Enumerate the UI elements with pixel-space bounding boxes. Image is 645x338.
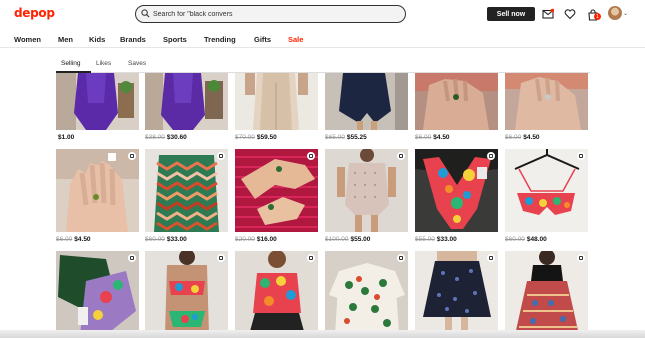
- tab-selling[interactable]: Selling: [61, 60, 81, 67]
- bag-button[interactable]: 1: [587, 8, 601, 21]
- product-image[interactable]: [325, 251, 408, 335]
- product-image[interactable]: [56, 251, 139, 335]
- nav-trending[interactable]: Trending: [204, 35, 236, 44]
- add-to-bag-icon[interactable]: [487, 152, 495, 160]
- original-price: $20.00: [235, 236, 255, 243]
- messages-icon[interactable]: [542, 8, 554, 20]
- product-image[interactable]: [145, 251, 228, 335]
- heart-icon[interactable]: [564, 8, 576, 20]
- product-image[interactable]: [415, 251, 498, 335]
- price: $30.60: [166, 134, 187, 141]
- price-row: $60.00 $48.00: [505, 236, 547, 243]
- add-to-bag-icon[interactable]: [577, 254, 585, 262]
- nav-gifts[interactable]: Gifts: [254, 35, 271, 44]
- profile-tabs: Selling Likes Saves: [0, 58, 645, 73]
- price-row: $100.00 $55.00: [325, 236, 370, 243]
- add-to-bag-icon[interactable]: [307, 254, 315, 262]
- product-image[interactable]: [145, 73, 228, 130]
- price: $1.00: [58, 134, 75, 141]
- price-row: $65.00 $55.25: [325, 134, 367, 141]
- price: $4.50: [433, 134, 450, 141]
- product-image[interactable]: [415, 73, 498, 130]
- price-row: $1.00: [56, 134, 74, 141]
- tab-saves[interactable]: Saves: [128, 60, 146, 67]
- product-image[interactable]: [235, 73, 318, 130]
- price: $33.00: [166, 236, 187, 243]
- search-icon: [141, 9, 150, 18]
- price: $4.50: [523, 134, 540, 141]
- tab-likes[interactable]: Likes: [96, 60, 111, 67]
- price: $59.50: [256, 134, 277, 141]
- product-image[interactable]: [505, 251, 588, 335]
- product-grid: $1.00 $38.00 $30.60 $70.00 $59.50 $65.00…: [56, 73, 592, 338]
- price-row: $6.00 $4.50: [505, 134, 540, 141]
- price-row: $70.00 $59.50: [235, 134, 277, 141]
- product-image[interactable]: [235, 149, 318, 232]
- nav-women[interactable]: Women: [14, 35, 41, 44]
- bag-count-badge: 1: [594, 13, 601, 20]
- original-price: $100.00: [325, 236, 349, 243]
- add-to-bag-icon[interactable]: [397, 254, 405, 262]
- price-row: $6.00 $4.50: [415, 134, 450, 141]
- original-price: $65.00: [325, 134, 345, 141]
- price: $48.00: [526, 236, 547, 243]
- price: $33.00: [436, 236, 457, 243]
- window-bottom-edge: [0, 330, 645, 338]
- price: $55.00: [350, 236, 371, 243]
- add-to-bag-icon[interactable]: [577, 152, 585, 160]
- add-to-bag-icon[interactable]: [217, 152, 225, 160]
- nav-kids[interactable]: Kids: [89, 35, 105, 44]
- original-price: $60.00: [145, 236, 165, 243]
- price: $4.50: [74, 236, 91, 243]
- add-to-bag-icon[interactable]: [487, 254, 495, 262]
- product-image[interactable]: [145, 149, 228, 232]
- nav-brands[interactable]: Brands: [120, 35, 146, 44]
- search-input[interactable]: [153, 8, 393, 20]
- add-to-bag-icon[interactable]: [128, 254, 136, 262]
- product-image[interactable]: [325, 73, 408, 130]
- category-nav: Women Men Kids Brands Sports Trending Gi…: [0, 30, 645, 48]
- top-bar: depop Sell now 1 ⌄: [0, 0, 645, 28]
- original-price: $70.00: [235, 134, 255, 141]
- product-image[interactable]: [415, 149, 498, 232]
- chevron-down-icon[interactable]: ⌄: [623, 10, 628, 17]
- original-price: $6.00: [415, 134, 432, 141]
- original-price: $38.00: [145, 134, 165, 141]
- price-row: $55.00 $33.00: [415, 236, 457, 243]
- search-bar[interactable]: [135, 5, 406, 23]
- price-row: $20.00 $16.00: [235, 236, 277, 243]
- nav-sale[interactable]: Sale: [288, 35, 303, 44]
- product-image[interactable]: [505, 73, 588, 130]
- add-to-bag-icon[interactable]: [128, 152, 136, 160]
- nav-men[interactable]: Men: [58, 35, 73, 44]
- avatar[interactable]: [608, 6, 622, 20]
- price: $55.25: [346, 134, 367, 141]
- price-row: $60.00 $33.00: [145, 236, 187, 243]
- price-row: $38.00 $30.60: [145, 134, 187, 141]
- nav-sports[interactable]: Sports: [163, 35, 187, 44]
- add-to-bag-icon[interactable]: [307, 152, 315, 160]
- depop-logo[interactable]: depop: [14, 6, 55, 20]
- sell-now-button[interactable]: Sell now: [487, 7, 535, 21]
- original-price: $6.00: [505, 134, 522, 141]
- product-image[interactable]: [325, 149, 408, 232]
- original-price: $60.00: [505, 236, 525, 243]
- product-image[interactable]: [505, 149, 588, 232]
- price-row: $6.00 $4.50: [56, 236, 91, 243]
- add-to-bag-icon[interactable]: [397, 152, 405, 160]
- price: $16.00: [256, 236, 277, 243]
- original-price: $55.00: [415, 236, 435, 243]
- product-image[interactable]: [56, 149, 139, 232]
- add-to-bag-icon[interactable]: [217, 254, 225, 262]
- product-image[interactable]: [56, 73, 139, 130]
- product-image[interactable]: [235, 251, 318, 335]
- original-price: $6.00: [56, 236, 73, 243]
